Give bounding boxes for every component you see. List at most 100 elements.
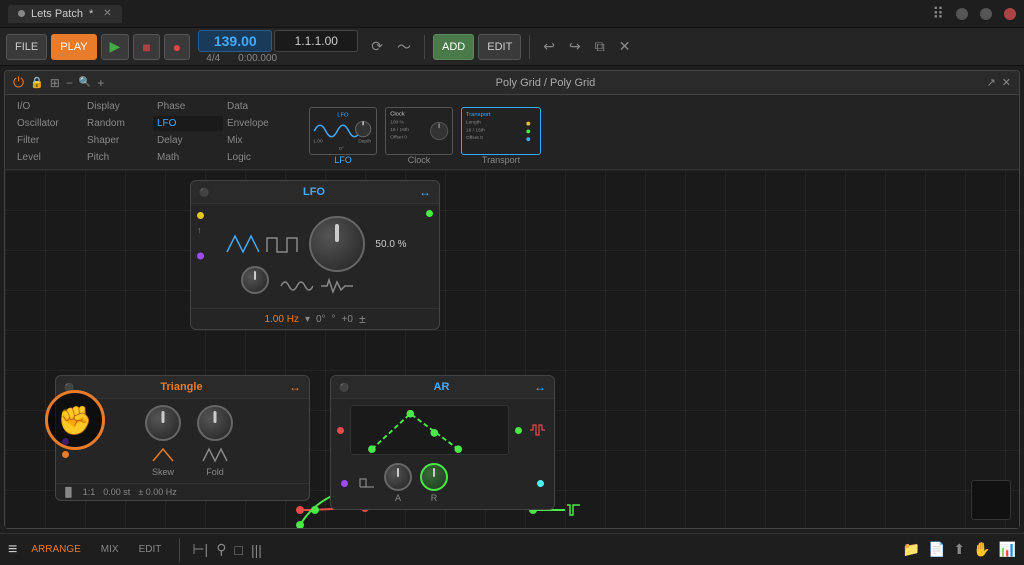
fold-knob[interactable] [197, 405, 233, 441]
status-export-icon[interactable]: ⬆ [953, 541, 965, 558]
nav-level[interactable]: Level [13, 150, 83, 165]
lfo-hz-value[interactable]: 1.00 Hz [264, 314, 298, 325]
custom-wave-icon[interactable] [317, 274, 353, 298]
ar-output-green[interactable] [515, 427, 522, 434]
clock-thumbnail[interactable]: Clock 100 % 16 / 16th Offset 0 [385, 107, 453, 155]
lfo-right-connector [426, 210, 433, 217]
nav-display[interactable]: Display [83, 99, 153, 114]
nav-envelope[interactable]: Envelope [223, 116, 293, 131]
clock-thumbnail-group[interactable]: Clock 100 % 16 / 16th Offset 0 Clock [385, 107, 453, 165]
lock-button[interactable]: 🔒 [30, 76, 44, 89]
nav-delay[interactable]: Delay [153, 133, 223, 148]
sine-wave-icon[interactable] [277, 274, 313, 298]
lfo-connector-yellow[interactable] [197, 212, 204, 219]
nav-pitch[interactable]: Pitch [83, 150, 153, 165]
triangle-wave-icon[interactable] [223, 232, 259, 256]
ar-module-arrow[interactable]: ↔ [534, 380, 546, 394]
play-button[interactable]: ▶ [101, 34, 130, 60]
edit-button[interactable]: EDIT [478, 34, 521, 60]
record-button[interactable]: ● [164, 34, 190, 60]
nav-data[interactable]: Data [223, 99, 293, 114]
lfo-module-arrow[interactable]: ↔ [419, 185, 431, 199]
nav-phase[interactable]: Phase [153, 99, 223, 114]
nav-lfo[interactable]: LFO [153, 116, 223, 131]
zoom-out-button[interactable]: − [66, 76, 73, 90]
tri-semitones[interactable]: 0.00 st [103, 487, 130, 497]
square-wave-icon[interactable] [263, 232, 299, 256]
loop-icon[interactable]: ⟳ [366, 35, 388, 58]
lfo-module: ⚫ LFO ↔ ↑ [190, 180, 440, 330]
status-doc-icon[interactable]: 📄 [928, 541, 945, 558]
zoom-in-button[interactable]: + [97, 76, 104, 90]
minimize-button[interactable] [956, 8, 968, 20]
stop-button[interactable]: ■ [133, 34, 159, 60]
add-button[interactable]: ADD [433, 34, 474, 60]
ar-right-connector-cyan[interactable] [537, 480, 544, 487]
nav-io[interactable]: I/O [13, 99, 83, 114]
transport-thumbnail-group[interactable]: Transport Length 16 / 16th Offset 0 Tran… [461, 107, 541, 165]
nav-random[interactable]: Random [83, 116, 153, 131]
status-hand-icon[interactable]: ✋ [973, 541, 990, 558]
release-knob[interactable] [420, 463, 448, 491]
edit-tab[interactable]: EDIT [133, 542, 168, 557]
svg-text:Transport: Transport [466, 112, 491, 118]
time-display: 0:00.000 [230, 53, 285, 64]
status-link-icon[interactable]: ⚲ [216, 541, 226, 558]
lfo-hz-dropdown[interactable]: ▾ [305, 314, 310, 325]
status-beat-icon[interactable]: ⊢| [192, 541, 208, 558]
lfo-thumbnail-group[interactable]: LFO 1.00 0° Depth LFO [309, 107, 377, 165]
tri-connector-orange[interactable] [62, 451, 69, 458]
status-folder-icon[interactable]: 📁 [903, 541, 920, 558]
tri-ratio[interactable]: 1:1 [83, 487, 96, 497]
lfo-small-knob[interactable] [241, 266, 269, 294]
ar-header-icon: ⚫ [339, 383, 349, 392]
nav-logic[interactable]: Logic [223, 150, 293, 165]
copy-button[interactable]: ⧉ [590, 35, 610, 58]
transport-thumbnail[interactable]: Transport Length 16 / 16th Offset 0 [461, 107, 541, 155]
mix-tab[interactable]: MIX [95, 542, 125, 557]
ar-input-red[interactable] [337, 427, 344, 434]
delete-button[interactable]: ✕ [614, 35, 636, 58]
attack-knob[interactable] [384, 463, 412, 491]
plugin-expand-button[interactable]: ↗ [987, 76, 996, 89]
nav-oscillator[interactable]: Oscillator [13, 116, 83, 131]
lfo-plus-minus[interactable]: ± [359, 312, 366, 326]
plugin-close-button[interactable]: ✕ [1002, 76, 1011, 89]
status-bars-icon[interactable]: 📊 [999, 541, 1016, 558]
file-button[interactable]: FILE [6, 34, 47, 60]
app-tab[interactable]: Lets Patch * ✕ [8, 5, 122, 23]
lfo-connector-green-out[interactable] [426, 210, 433, 217]
status-loop-icon[interactable]: □ [234, 542, 242, 558]
nav-math[interactable]: Math [153, 150, 223, 165]
lfo-small-knob-wrapper[interactable] [241, 266, 269, 294]
lfo-offset-value[interactable]: +0 [342, 314, 353, 325]
nav-filter[interactable]: Filter [13, 133, 83, 148]
maximize-button[interactable] [980, 8, 992, 20]
lfo-phase-value[interactable]: 0° [316, 314, 326, 325]
clock-thumbnail-svg: Clock 100 % 16 / 16th Offset 0 [386, 108, 452, 154]
nav-mix[interactable]: Mix [223, 133, 293, 148]
grid-button[interactable]: ⊞ [50, 76, 60, 90]
arrange-tab[interactable]: ARRANGE [25, 542, 86, 557]
close-button[interactable] [1004, 8, 1016, 20]
play-mode-button[interactable]: PLAY [51, 34, 96, 60]
skew-knob[interactable] [145, 405, 181, 441]
lfo-depth-knob[interactable] [309, 216, 365, 272]
svg-text:16 / 16th: 16 / 16th [466, 127, 485, 133]
nav-shaper[interactable]: Shaper [83, 133, 153, 148]
status-menu-icon[interactable]: ≡ [8, 541, 17, 559]
undo-button[interactable]: ↩ [538, 35, 560, 58]
a-knob-group: A [384, 463, 412, 503]
ar-left-connector[interactable] [341, 480, 348, 487]
wave-icon[interactable]: 〜 [392, 34, 416, 60]
tab-close-icon[interactable]: ✕ [103, 8, 111, 19]
tab-dot [18, 10, 25, 17]
status-grid-icon[interactable]: ||| [251, 542, 262, 558]
tri-hz-offset[interactable]: ± 0.00 Hz [138, 487, 176, 497]
redo-button[interactable]: ↪ [564, 35, 586, 58]
tempo-display[interactable]: 139.00 [198, 30, 272, 52]
power-button[interactable]: ⏻ [13, 74, 24, 91]
lfo-thumbnail[interactable]: LFO 1.00 0° Depth [309, 107, 377, 155]
triangle-module-arrow[interactable]: ↔ [289, 380, 301, 394]
lfo-connector-purple[interactable] [197, 253, 204, 260]
